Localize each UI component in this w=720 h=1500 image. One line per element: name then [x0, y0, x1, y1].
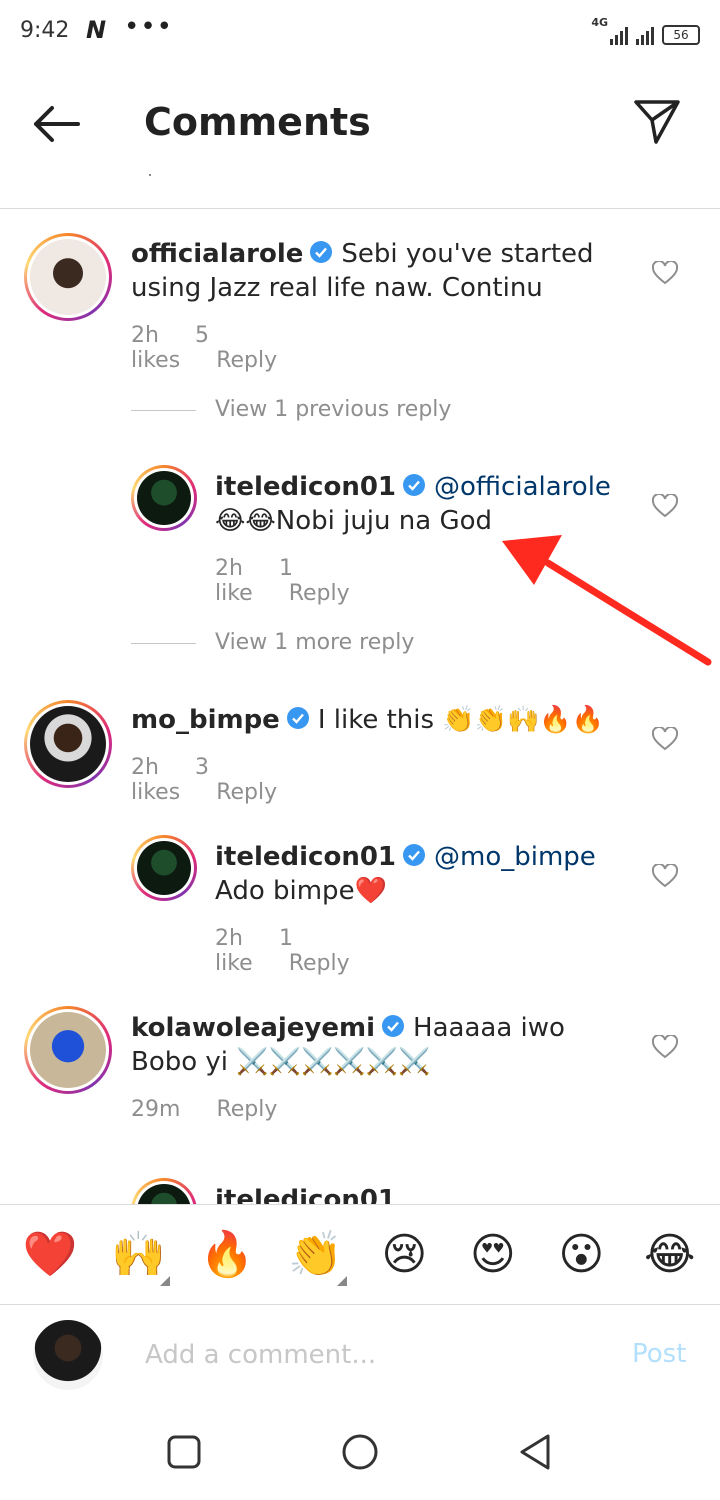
- comment-time: 2h: [131, 323, 159, 348]
- username[interactable]: mo_bimpe: [131, 705, 280, 735]
- mention-link[interactable]: @mo_bimpe: [434, 842, 596, 872]
- comment-body: 😂😂Nobi juju na God: [215, 506, 493, 536]
- comment-time: 2h: [215, 556, 243, 581]
- avatar[interactable]: [131, 1178, 197, 1204]
- reaction-bar: ❤️ 🙌 🔥 👏 😢 😍 😮 😂: [0, 1204, 720, 1304]
- status-time: 9:42: [20, 18, 70, 43]
- reply-button[interactable]: Reply: [216, 348, 277, 373]
- comment-meta: 2h 1 like Reply: [215, 556, 386, 606]
- comment-text: kolawoleajeyemi Haaaaa iwo Bobo yi ⚔️⚔️⚔️…: [131, 1011, 631, 1079]
- reaction-surprised[interactable]: 😮: [546, 1229, 616, 1280]
- view-previous-reply[interactable]: View 1 previous reply: [215, 397, 451, 422]
- username[interactable]: iteledicon01: [215, 842, 396, 872]
- network-type: 4G: [591, 16, 608, 29]
- header: Comments: [0, 62, 720, 208]
- back-nav-icon[interactable]: [516, 1432, 556, 1472]
- battery-icon: 56: [662, 25, 700, 45]
- avatar[interactable]: [24, 1006, 112, 1094]
- username[interactable]: iteledicon01: [215, 1185, 396, 1204]
- verified-badge-icon: [382, 1015, 405, 1037]
- comment-text: iteledicon01: [215, 1183, 635, 1204]
- like-heart-icon[interactable]: [652, 494, 678, 518]
- verified-badge-icon: [310, 241, 333, 263]
- comment-time: 2h: [131, 755, 159, 780]
- page-title: Comments: [144, 100, 371, 144]
- recent-apps-icon[interactable]: [164, 1432, 204, 1472]
- verified-badge-icon: [403, 844, 426, 866]
- comment-time: 29m: [131, 1097, 181, 1122]
- header-dot: [149, 174, 151, 176]
- comment-meta: 2h 1 like Reply: [215, 926, 386, 976]
- my-avatar: [33, 1320, 103, 1390]
- comment-text: iteledicon01 @officialarole 😂😂Nobi juju na…: [215, 470, 635, 538]
- reply-button[interactable]: Reply: [289, 951, 350, 976]
- like-heart-icon[interactable]: [652, 261, 678, 285]
- comment-text: officialarole Sebi you've started using J…: [131, 237, 631, 305]
- mention-link[interactable]: @officialarole: [434, 472, 611, 502]
- status-indicators: 4G 56: [591, 16, 700, 45]
- reaction-crying[interactable]: 😢: [369, 1229, 439, 1280]
- username[interactable]: officialarole: [131, 239, 303, 269]
- signal-icon-2: [636, 25, 654, 45]
- comment-time: 2h: [215, 926, 243, 951]
- reaction-clapping[interactable]: 👏: [281, 1229, 351, 1286]
- avatar[interactable]: [24, 233, 112, 321]
- reply-button[interactable]: Reply: [216, 780, 277, 805]
- notification-icon: N: [86, 16, 107, 44]
- avatar[interactable]: [24, 700, 112, 788]
- reaction-heart[interactable]: ❤️: [15, 1229, 85, 1280]
- reaction-fire[interactable]: 🔥: [192, 1229, 262, 1280]
- like-heart-icon[interactable]: [652, 727, 678, 751]
- verified-badge-icon: [286, 707, 309, 729]
- comments-feed[interactable]: officialarole Sebi you've started using J…: [0, 209, 720, 1204]
- post-button[interactable]: Post: [632, 1339, 686, 1369]
- thread-line: [131, 643, 196, 644]
- reaction-heart-eyes[interactable]: 😍: [458, 1229, 528, 1280]
- back-arrow-icon[interactable]: [30, 102, 82, 146]
- system-nav-bar: [0, 1404, 720, 1500]
- username[interactable]: kolawoleajeyemi: [131, 1013, 375, 1043]
- more-notifications-icon: •••: [124, 12, 174, 42]
- home-icon[interactable]: [340, 1432, 380, 1472]
- reply-button[interactable]: Reply: [289, 581, 350, 606]
- status-bar: 9:42 N ••• 4G 56: [0, 0, 720, 62]
- comment-text: mo_bimpe I like this 👏👏🙌🔥🔥: [131, 703, 631, 737]
- reply-button[interactable]: Reply: [216, 1097, 277, 1122]
- comment-meta: 2h 3 likes Reply: [131, 755, 313, 805]
- like-heart-icon[interactable]: [652, 864, 678, 888]
- signal-icon: [610, 25, 628, 45]
- skin-tone-indicator-icon: [159, 1275, 170, 1286]
- avatar[interactable]: [131, 465, 197, 531]
- verified-badge-icon: [403, 474, 426, 496]
- comment-input[interactable]: [145, 1333, 585, 1377]
- like-heart-icon[interactable]: [652, 1035, 678, 1059]
- avatar[interactable]: [131, 835, 197, 901]
- reaction-raised-hands[interactable]: 🙌: [104, 1229, 174, 1286]
- reaction-laughing[interactable]: 😂: [635, 1229, 705, 1280]
- thread-line: [131, 410, 196, 411]
- comment-composer: Post: [0, 1304, 720, 1404]
- comment-text: iteledicon01 @mo_bimpe Ado bimpe❤️: [215, 840, 635, 908]
- username[interactable]: iteledicon01: [215, 472, 396, 502]
- view-more-reply[interactable]: View 1 more reply: [215, 630, 414, 655]
- paper-plane-icon[interactable]: [632, 96, 682, 146]
- comment-meta: 2h 5 likes Reply: [131, 323, 313, 373]
- comment-body: Ado bimpe❤️: [215, 876, 387, 906]
- skin-tone-indicator-icon: [336, 1275, 347, 1286]
- comment-body: I like this 👏👏🙌🔥🔥: [317, 705, 605, 735]
- comment-meta: 29m Reply: [131, 1097, 313, 1122]
